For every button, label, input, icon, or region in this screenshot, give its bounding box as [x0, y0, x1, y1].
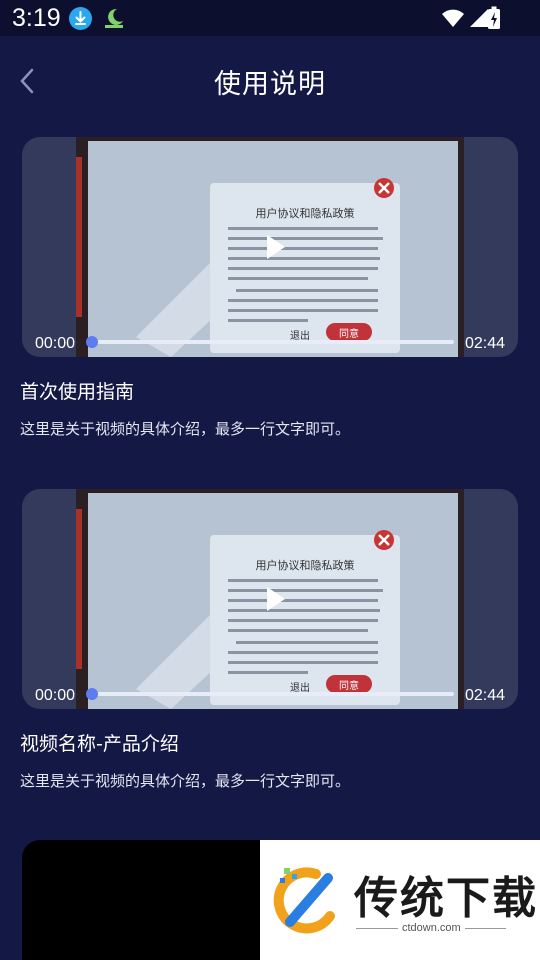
progress-bar[interactable]	[92, 692, 454, 696]
video-description: 这里是关于视频的具体介绍，最多一行文字即可。	[20, 420, 351, 438]
current-time: 00:00	[35, 687, 76, 704]
watermark-brand: 传统下载	[354, 873, 538, 924]
current-time: 00:00	[35, 335, 76, 352]
page-title: 使用说明	[214, 69, 326, 100]
play-icon[interactable]	[254, 579, 294, 619]
watermark-url: ctdown.com	[398, 922, 465, 934]
status-time: 3:19	[12, 4, 61, 32]
download-icon	[69, 7, 92, 30]
progress-thumb[interactable]	[86, 336, 98, 348]
wifi-icon	[442, 9, 464, 27]
cell-signal-icon	[470, 9, 488, 27]
brand-logo-icon	[273, 867, 335, 934]
dialog-title-text: 用户协议和隐私政策	[256, 558, 355, 572]
agree-text: 同意	[339, 679, 359, 692]
video-title: 首次使用指南	[20, 381, 135, 403]
header: 使用说明	[0, 50, 540, 112]
app-notification-icon	[103, 6, 125, 30]
total-time: 02:44	[464, 335, 505, 352]
dialog-title-text: 用户协议和隐私政策	[256, 206, 355, 220]
play-icon[interactable]	[254, 227, 294, 267]
progress-thumb[interactable]	[86, 688, 98, 700]
video-description: 这里是关于视频的具体介绍，最多一行文字即可。	[20, 772, 351, 790]
status-bar: 3:19	[0, 0, 540, 36]
watermark: 传统下载 ctdown.com	[260, 840, 540, 960]
video-title: 视频名称-产品介绍	[20, 733, 179, 755]
progress-bar[interactable]	[92, 340, 454, 344]
battery-icon	[487, 6, 501, 34]
video-player[interactable]: 用户协议和隐私政策 退出 同意 00:00 02:44	[22, 137, 518, 357]
total-time: 02:44	[464, 687, 505, 704]
video-player[interactable]: 用户协议和隐私政策 退出 同意 00:00 02:44	[22, 489, 518, 709]
agree-text: 同意	[339, 327, 359, 340]
